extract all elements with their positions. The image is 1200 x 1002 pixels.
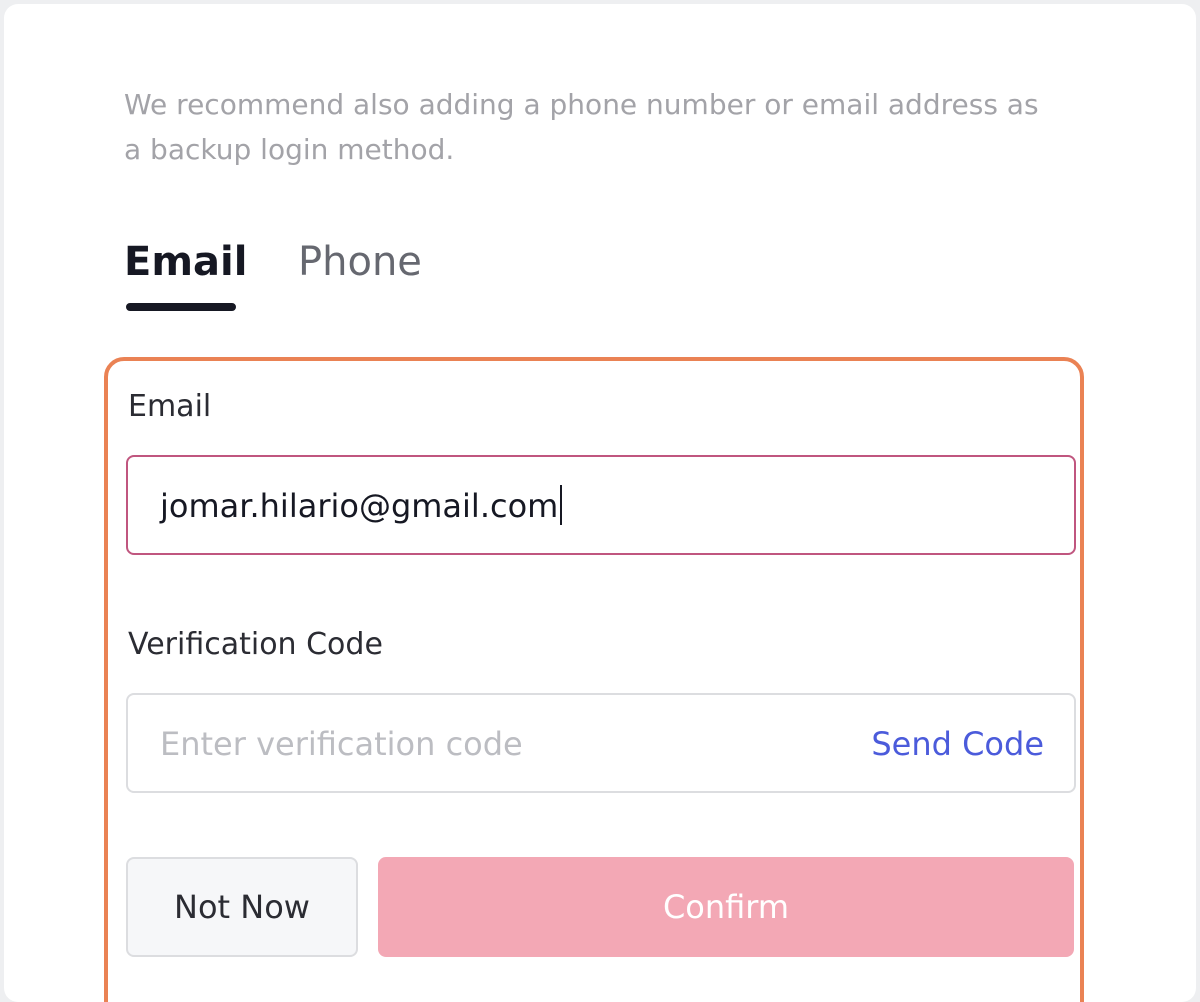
not-now-button[interactable]: Not Now (126, 857, 358, 957)
email-input-value: jomar.hilario@gmail.com (160, 485, 563, 527)
verification-code-input[interactable]: Enter verification code Send Code (126, 693, 1076, 793)
text-caret (560, 485, 563, 525)
backup-login-panel: We recommend also adding a phone number … (4, 4, 1196, 1002)
confirm-button[interactable]: Confirm (378, 857, 1074, 957)
backup-login-description: We recommend also adding a phone number … (124, 88, 1039, 166)
send-code-link[interactable]: Send Code (871, 723, 1044, 765)
login-method-tabs: Email Phone (124, 234, 724, 314)
tab-email[interactable]: Email (124, 234, 247, 290)
email-form: Email jomar.hilario@gmail.com Verificati… (104, 357, 1084, 1002)
verification-code-label: Verification Code (128, 627, 383, 662)
email-input[interactable]: jomar.hilario@gmail.com (126, 455, 1076, 555)
verification-code-placeholder: Enter verification code (160, 725, 523, 763)
email-field-label: Email (128, 389, 212, 424)
tab-phone[interactable]: Phone (298, 234, 422, 290)
active-tab-indicator (126, 303, 236, 311)
